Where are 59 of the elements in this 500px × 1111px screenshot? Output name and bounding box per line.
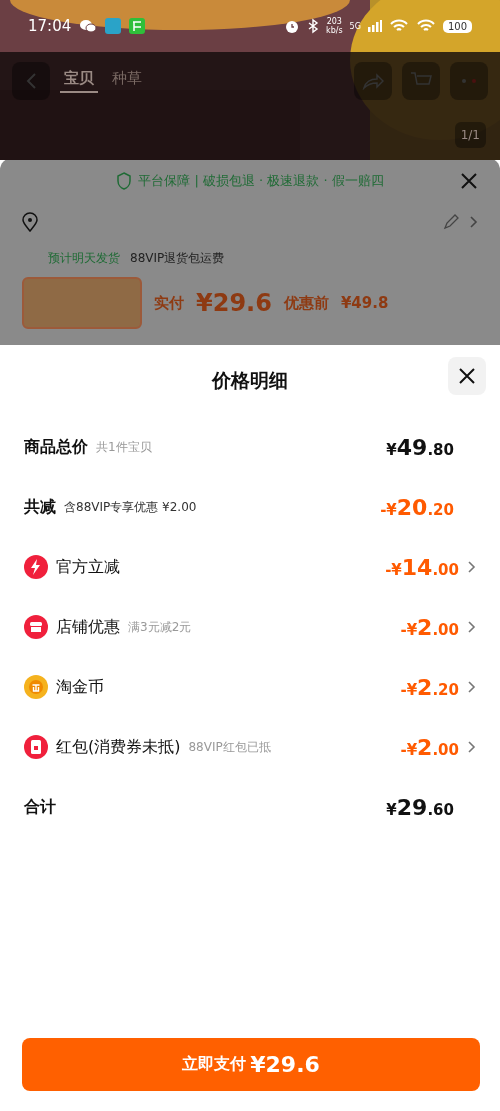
price-note: 共1件宝贝 <box>96 438 152 456</box>
price-label: 商品总价 <box>24 436 88 458</box>
price-amount: -¥2.00 <box>400 734 459 760</box>
price-amount: ¥29.60 <box>386 794 454 820</box>
chevron-right-icon <box>467 620 476 634</box>
wifi-icon <box>388 18 409 34</box>
nav-tab[interactable]: 宝贝 <box>60 69 98 93</box>
paid-price: ¥29.6 <box>196 289 272 317</box>
wifi-icon <box>415 18 436 34</box>
guarantee-text: 平台保障 | 破损包退 · 极速退款 · 假一赔四 <box>138 172 384 190</box>
price-note: 满3元减2元 <box>128 618 192 636</box>
price-label: 合计 <box>24 796 56 818</box>
original-price: ¥49.8 <box>340 294 389 312</box>
close-button[interactable] <box>448 357 486 395</box>
close-icon <box>458 367 476 385</box>
chevron-right-icon <box>467 560 476 574</box>
price-note: 88VIP红包已抵 <box>188 738 271 756</box>
price-label: 淘金币 <box>56 676 104 698</box>
back-icon <box>25 72 37 90</box>
share-button[interactable] <box>354 62 392 100</box>
edit-icon[interactable] <box>443 214 459 230</box>
chevron-right-icon <box>467 740 476 754</box>
app-icon <box>129 18 146 34</box>
price-amount: ¥49.80 <box>386 434 454 460</box>
price-amount: -¥2.00 <box>400 614 459 640</box>
network-type: 5G <box>349 21 361 31</box>
price-note: 含88VIP专享优惠 ¥2.00 <box>64 498 197 516</box>
paid-label: 实付 <box>154 293 184 313</box>
chevron-right-icon <box>469 215 478 229</box>
signal-icon <box>367 20 382 32</box>
location-pin-icon <box>22 212 38 232</box>
price-amount: -¥20.20 <box>380 494 454 520</box>
sheet-title: 价格明细 <box>212 368 288 393</box>
app-icon <box>105 18 122 34</box>
delivery-estimate: 预计明天发货 <box>48 250 120 267</box>
price-label: 官方立减 <box>56 556 120 578</box>
close-icon[interactable] <box>460 172 478 190</box>
price-label: 共减 <box>24 496 56 518</box>
network-speed: 203 kb/s <box>326 17 343 35</box>
pay-button[interactable]: 立即支付 ¥29.6 <box>22 1038 480 1091</box>
cart-button[interactable] <box>402 62 440 100</box>
nav-tab[interactable]: 种草 <box>108 69 146 93</box>
price-amount: -¥2.20 <box>400 674 459 700</box>
chevron-right-icon <box>467 680 476 694</box>
shipping-note: 88VIP退货包运费 <box>130 250 225 267</box>
shield-icon <box>116 172 133 190</box>
back-button[interactable] <box>12 62 50 100</box>
status-time: 17:04 <box>28 17 72 35</box>
bluetooth-icon <box>307 18 320 34</box>
chat-icon <box>79 18 98 34</box>
price-label: 红包(消费券未抵) <box>56 736 181 758</box>
price-label: 店铺优惠 <box>56 616 120 638</box>
share-icon <box>362 72 384 90</box>
image-pager: 1/1 <box>454 122 486 148</box>
more-button[interactable] <box>450 62 488 100</box>
alarm-icon <box>284 18 301 34</box>
price-amount: -¥14.00 <box>385 554 459 580</box>
more-icon <box>461 78 477 84</box>
original-label: 优惠前 <box>283 293 329 313</box>
